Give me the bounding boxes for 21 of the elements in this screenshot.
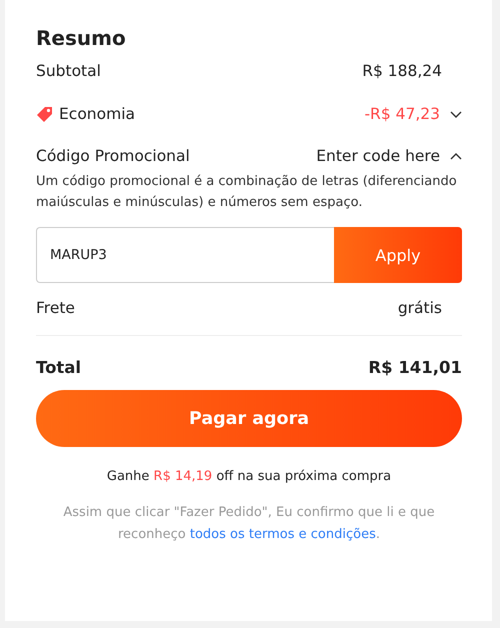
terms-link[interactable]: todos os termos e condições — [190, 527, 376, 542]
subtotal-value: R$ 188,24 — [362, 62, 443, 80]
enter-code-link[interactable]: Enter code here — [316, 147, 440, 165]
total-value: R$ 141,01 — [368, 358, 462, 377]
reward-text: Ganhe R$ 14,19 off na sua próxima compra — [106, 469, 392, 484]
terms-text: Assim que clicar "Fazer Pedido", Eu confirmo que li e que reconheço todos os termos e condições. — [62, 504, 436, 544]
chevron-down-icon[interactable] — [450, 110, 462, 118]
apply-button[interactable]: Apply — [334, 227, 462, 283]
total-label: Total — [36, 358, 82, 377]
savings-value: -R$ 47,23 — [364, 105, 440, 123]
shipping-label: Frete — [36, 299, 75, 317]
subtotal-label: Subtotal — [36, 62, 101, 80]
promo-label: Código Promocional — [36, 147, 190, 165]
promo-code-field[interactable]: MARUP3 — [36, 227, 334, 283]
promo-hint: Um código promocional é a combinação de letras (diferenciando maiúsculas e minúsculas) e números sem espaço. — [36, 173, 458, 212]
pay-button[interactable]: Pagar agora — [36, 390, 462, 447]
chevron-up-icon[interactable] — [450, 152, 462, 160]
tag-icon — [36, 106, 53, 122]
summary-title: Resumo — [36, 26, 127, 50]
savings-label: Economia — [59, 105, 136, 123]
shipping-value: grátis — [398, 299, 443, 317]
